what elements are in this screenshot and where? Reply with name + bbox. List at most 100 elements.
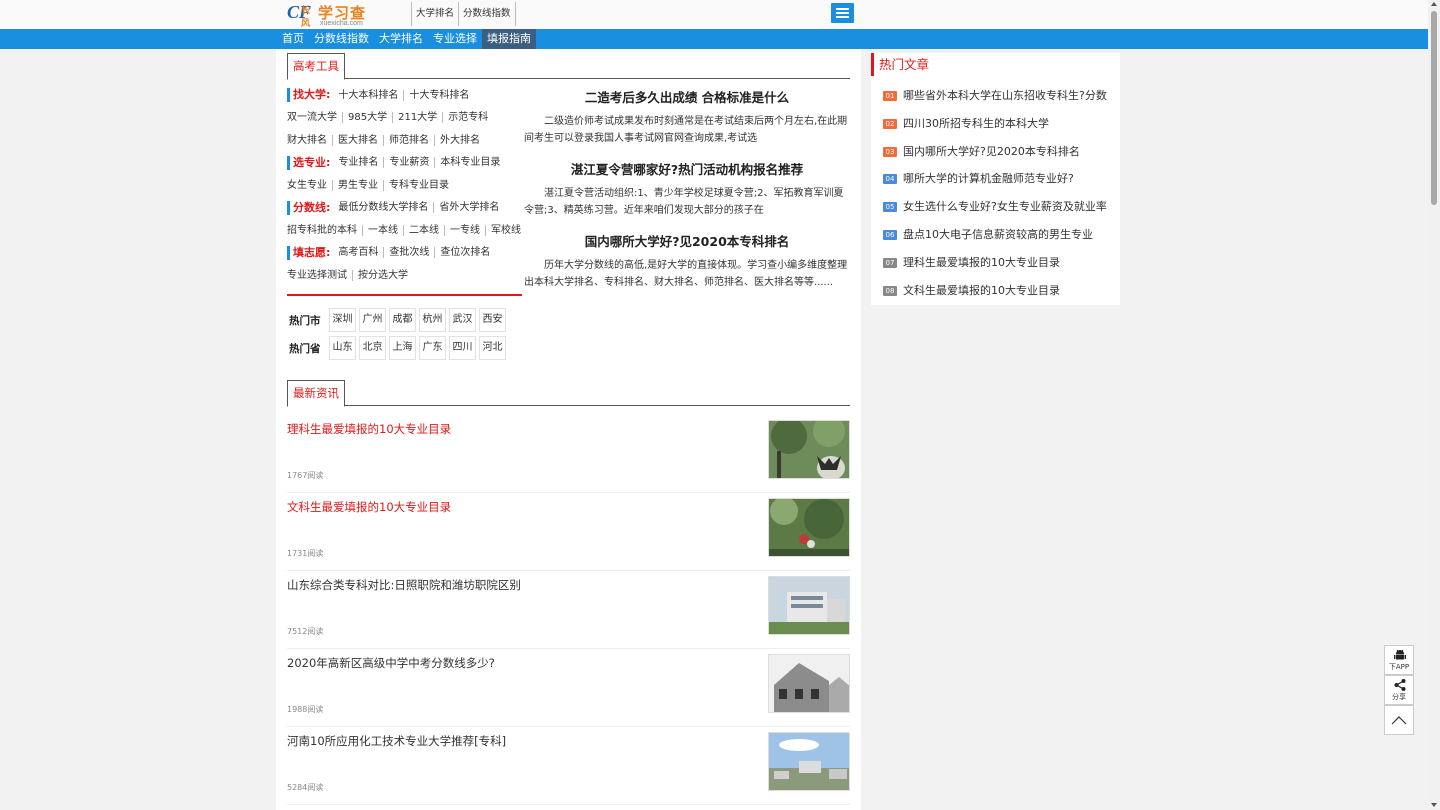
news-item[interactable]: 2020年高新区高级中学中考分数线多少? 1988阅读 [287, 649, 850, 727]
tool-link[interactable]: 专业排名 [338, 157, 385, 168]
news-thumbnail[interactable] [768, 732, 850, 791]
tool-link[interactable]: 本科专业目录 [440, 157, 505, 168]
download-app-button[interactable]: 下APP [1384, 645, 1414, 675]
page-scrollbar[interactable] [1428, 0, 1440, 810]
hot-article-item[interactable]: 07 理科生最爱填报的10大专业目录 [883, 255, 1120, 283]
scroll-down-icon[interactable] [1431, 803, 1437, 807]
tool-link[interactable]: 师范排名 [389, 134, 435, 146]
tool-link[interactable]: 十大专科排名 [409, 90, 474, 101]
tool-link[interactable]: 医大排名 [338, 134, 384, 146]
tool-link[interactable]: 军校线 [491, 225, 526, 236]
hot-article-item[interactable]: 06 盘点10大电子信息薪资较高的男生专业 [883, 227, 1120, 255]
tab-tools[interactable]: 高考工具 [287, 53, 345, 80]
news-thumbnail[interactable] [768, 576, 850, 635]
tool-link[interactable]: 一本线 [368, 224, 404, 236]
featured-title[interactable]: 湛江夏令营哪家好?热门活动机构报名推荐 [524, 161, 850, 179]
tool-link[interactable]: 示范专科 [448, 112, 493, 123]
hot-article-title[interactable]: 哪些省外本科大学在山东招收专科生?分数 [903, 88, 1107, 104]
top-link[interactable]: 分数线指数 [458, 2, 516, 26]
news-title[interactable]: 理科生最爱填报的10大专业目录 [287, 421, 451, 437]
news-title[interactable]: 山东综合类专科对比:日照职院和潍坊职院区别 [287, 577, 521, 593]
hot-article-item[interactable]: 03 国内哪所大学好?见2020本专科排名 [883, 144, 1120, 172]
hot-province-link[interactable]: 河北 [479, 336, 506, 360]
news-title[interactable]: 河南10所应用化工技术专业大学推荐[专科] [287, 733, 506, 749]
featured-articles: 二造考后多久出成绩 合格标准是什么二级造价师考试成果发布时刻通常是在考试结束后两… [524, 89, 850, 305]
tool-link[interactable]: 二本线 [409, 224, 445, 236]
hot-city-link[interactable]: 深圳 [329, 308, 356, 332]
hot-province-link[interactable]: 山东 [329, 336, 356, 360]
nav-item[interactable]: 大学排名 [374, 29, 428, 49]
tool-link[interactable]: 十大本科排名 [338, 89, 405, 101]
tab-news[interactable]: 最新资讯 [287, 380, 345, 407]
news-item[interactable]: 山东综合类专科对比:日照职院和潍坊职院区别 7512阅读 [287, 571, 850, 649]
hot-city-link[interactable]: 成都 [389, 308, 416, 332]
tool-link[interactable]: 外大排名 [440, 135, 485, 146]
hot-province-link[interactable]: 广东 [419, 336, 446, 360]
hot-province-link[interactable]: 四川 [449, 336, 476, 360]
featured-title[interactable]: 国内哪所大学好?见2020本专科排名 [524, 233, 850, 251]
top-link[interactable]: 大学排名 [411, 2, 458, 26]
site-logo[interactable]: CF 长风 学习查 xuexicha.com [287, 2, 397, 28]
tool-link[interactable]: 专科专业目录 [389, 180, 454, 191]
nav-item[interactable]: 首页 [277, 29, 309, 49]
hot-article-title[interactable]: 四川30所招专科生的本科大学 [903, 116, 1049, 132]
tool-link[interactable]: 双一流大学 [287, 112, 343, 123]
hot-article-title[interactable]: 女生选什么专业好?女生专业薪资及就业率 [903, 199, 1107, 215]
hot-article-item[interactable]: 04 哪所大学的计算机金融师范专业好? [883, 171, 1120, 199]
hot-article-title[interactable]: 理科生最爱填报的10大专业目录 [903, 255, 1060, 271]
hot-province-link[interactable]: 上海 [389, 336, 416, 360]
tool-row: 财大排名 医大排名 师范排名 外大排名 [287, 130, 522, 153]
tool-link[interactable]: 招专科批的本科 [287, 224, 363, 236]
tool-link[interactable]: 查批次线 [389, 247, 436, 258]
news-item[interactable]: 理科生最爱填报的10大专业目录 1767阅读 [287, 415, 850, 493]
news-item[interactable]: 河南10所应用化工技术专业大学推荐[专科] 5284阅读 [287, 727, 850, 805]
tool-link[interactable]: 女生专业 [287, 179, 333, 191]
tool-link[interactable]: 211大学 [398, 112, 444, 123]
hot-article-title[interactable]: 盘点10大电子信息薪资较高的男生专业 [903, 227, 1093, 243]
news-thumbnail[interactable] [768, 498, 850, 557]
share-button[interactable]: 分享 [1384, 675, 1414, 705]
news-title[interactable]: 文科生最爱填报的10大专业目录 [287, 499, 451, 515]
hot-article-item[interactable]: 02 四川30所招专科生的本科大学 [883, 116, 1120, 144]
featured-title[interactable]: 二造考后多久出成绩 合格标准是什么 [524, 89, 850, 107]
tool-link[interactable]: 最低分数线大学排名 [338, 202, 435, 213]
hot-city-link[interactable]: 杭州 [419, 308, 446, 332]
tool-row: 专业选择测试 按分选大学 [287, 265, 522, 288]
news-item[interactable]: 文科生最爱填报的10大专业目录 1731阅读 [287, 493, 850, 571]
tool-link[interactable]: 高考百科 [338, 247, 385, 258]
tool-link[interactable]: 男生专业 [338, 179, 384, 191]
tool-link[interactable]: 985大学 [348, 112, 394, 123]
menu-icon[interactable] [831, 3, 854, 23]
featured-summary: 二级造价师考试成果发布时刻通常是在考试结束后两个月左右,在此期间考生可以登录我国… [524, 116, 848, 144]
news-title[interactable]: 2020年高新区高级中学中考分数线多少? [287, 655, 495, 671]
hot-city-link[interactable]: 广州 [359, 308, 386, 332]
tool-category: 找大学: [287, 88, 330, 102]
hot-city-link[interactable]: 西安 [479, 308, 506, 332]
tool-link[interactable]: 专业选择测试 [287, 269, 353, 281]
back-to-top-button[interactable] [1384, 705, 1414, 735]
nav-item[interactable]: 分数线指数 [309, 29, 374, 49]
tool-link[interactable]: 一专线 [450, 224, 486, 236]
hot-article-item[interactable]: 05 女生选什么专业好?女生专业薪资及就业率 [883, 199, 1120, 227]
hot-article-title[interactable]: 文科生最爱填报的10大专业目录 [903, 283, 1060, 299]
hot-article-title[interactable]: 国内哪所大学好?见2020本专科排名 [903, 144, 1080, 160]
news-thumbnail[interactable] [768, 420, 850, 479]
nav-item[interactable]: 填报指南 [482, 29, 536, 49]
hot-province-link[interactable]: 北京 [359, 336, 386, 360]
tool-row: 分数线: 最低分数线大学排名 省外大学排名 [287, 198, 522, 221]
tool-link[interactable]: 省外大学排名 [439, 202, 504, 213]
news-thumbnail[interactable] [768, 654, 850, 713]
scroll-up-icon[interactable] [1431, 2, 1437, 6]
hot-article-item[interactable]: 08 文科生最爱填报的10大专业目录 [883, 283, 1120, 311]
scrollbar-thumb[interactable] [1431, 11, 1437, 205]
tool-link[interactable]: 按分选大学 [358, 270, 413, 281]
tool-link[interactable]: 专业薪资 [389, 157, 436, 168]
tool-link[interactable]: 查位次排名 [440, 247, 495, 258]
nav-item[interactable]: 专业选择 [428, 29, 482, 49]
hot-city-link[interactable]: 武汉 [449, 308, 476, 332]
hot-article-item[interactable]: 01 哪些省外本科大学在山东招收专科生?分数 [883, 88, 1120, 116]
rank-badge: 07 [883, 257, 897, 268]
hot-article-title[interactable]: 哪所大学的计算机金融师范专业好? [903, 171, 1074, 187]
tool-row: 选专业: 专业排名 专业薪资 本科专业目录 [287, 153, 522, 176]
tool-link[interactable]: 财大排名 [287, 134, 333, 146]
